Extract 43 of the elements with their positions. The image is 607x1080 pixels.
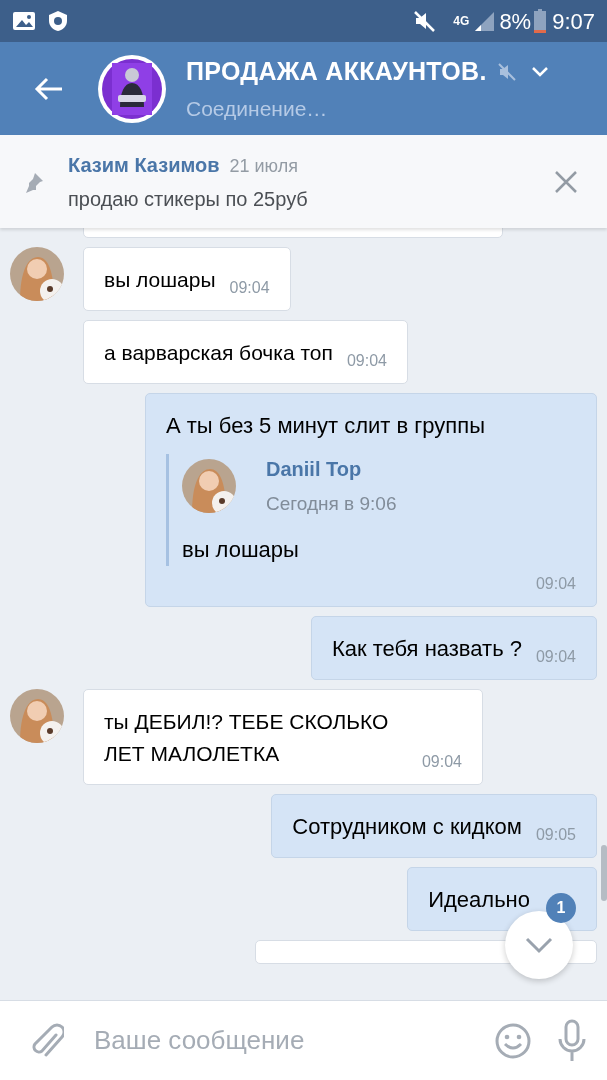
pinned-author: Казим Казимов [68, 152, 220, 178]
shield-icon [46, 9, 70, 33]
pinned-message-bar[interactable]: Казим Казимов 21 июля продаю стикеры по 25руб [0, 135, 607, 228]
battery-percent: 8% [499, 7, 532, 36]
group-avatar [98, 54, 166, 123]
clock: 9:07 [552, 7, 595, 36]
message-text: А ты без 5 минут слит в группы [166, 412, 486, 440]
quote-text: вы лошары [182, 535, 300, 564]
signal-icon [473, 10, 496, 32]
message-time: 09:04 [421, 751, 462, 772]
quote-date: Сегодня в 9:06 [266, 492, 397, 516]
message-input[interactable]: Ваше сообщение [94, 1021, 494, 1060]
message-text: а варварская бочка топ [104, 340, 333, 366]
pinned-date: 21 июля [229, 154, 298, 178]
message-text: Сотрудником с кидком [292, 812, 522, 841]
message-text: ты ДЕБИЛ!? ТЕБЕ СКОЛЬКО ЛЕТ МАЛОЛЕТКА [104, 708, 390, 767]
close-icon [554, 169, 578, 194]
message-time: 09:05 [535, 824, 576, 845]
emoji-icon[interactable] [494, 1021, 532, 1060]
message-text: Как тебя назвать ? [331, 634, 522, 663]
network-label: 4G [453, 13, 470, 30]
chat-status: Соединение… [186, 95, 329, 122]
chevron-down-icon [524, 936, 554, 954]
back-arrow-icon [34, 75, 64, 102]
user-avatar [182, 459, 236, 514]
microphone-icon[interactable] [557, 1018, 587, 1063]
message-time: 09:04 [229, 278, 270, 298]
pin-icon [23, 170, 45, 193]
chat-title: ПРОДАЖА АККАУНТОВ. [186, 56, 487, 87]
image-icon [12, 10, 36, 32]
pinned-text: продаю стикеры по 25руб [68, 186, 309, 212]
message-time: 09:04 [346, 351, 387, 371]
scrollbar [601, 845, 607, 901]
message-time: 09:04 [535, 573, 576, 594]
quote-author: Daniil Top [266, 457, 363, 482]
user-avatar [10, 688, 64, 743]
message-text: Идеально [428, 885, 530, 914]
user-avatar [10, 247, 64, 301]
chevron-down-icon[interactable] [530, 65, 549, 78]
message-composer[interactable]: Ваше сообщение [0, 1000, 607, 1080]
battery-icon [534, 9, 547, 33]
message-time: 09:04 [535, 646, 576, 667]
message-text: вы лошары [104, 267, 216, 293]
